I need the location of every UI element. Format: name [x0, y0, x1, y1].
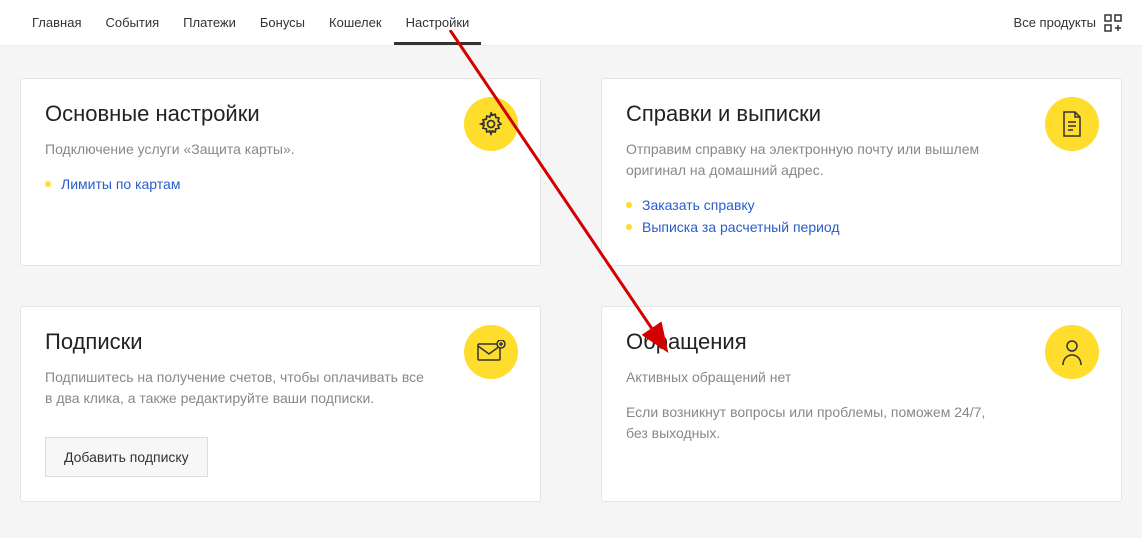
card-desc: Подпишитесь на получение счетов, чтобы о… [45, 367, 425, 409]
tab-settings[interactable]: Настройки [394, 1, 482, 45]
card-statements[interactable]: Справки и выписки Отправим справку на эл… [601, 78, 1122, 266]
card-subtext: Если возникнут вопросы или проблемы, пом… [626, 402, 1006, 444]
link-order-statement[interactable]: Заказать справку [626, 197, 1097, 213]
link-label: Лимиты по картам [61, 176, 180, 192]
person-icon [1045, 325, 1099, 379]
cards-grid: Основные настройки Подключение услуги «З… [0, 46, 1142, 522]
tab-payments[interactable]: Платежи [171, 1, 248, 45]
link-label: Выписка за расчетный период [642, 219, 840, 235]
all-products-link[interactable]: Все продукты [1014, 14, 1122, 32]
add-subscription-button[interactable]: Добавить подписку [45, 437, 208, 477]
link-list: Лимиты по картам [45, 176, 516, 192]
grid-icon [1104, 14, 1122, 32]
card-title: Справки и выписки [626, 101, 1097, 127]
card-desc: Активных обращений нет [626, 367, 1006, 388]
card-subscriptions[interactable]: Подписки Подпишитесь на получение счетов… [20, 306, 541, 502]
tab-wallet[interactable]: Кошелек [317, 1, 394, 45]
tab-main[interactable]: Главная [20, 1, 93, 45]
dot-icon [626, 224, 632, 230]
card-desc: Отправим справку на электронную почту ил… [626, 139, 1006, 181]
dot-icon [626, 202, 632, 208]
card-title: Подписки [45, 329, 516, 355]
card-main-settings[interactable]: Основные настройки Подключение услуги «З… [20, 78, 541, 266]
dot-icon [45, 181, 51, 187]
card-title: Основные настройки [45, 101, 516, 127]
envelope-icon [464, 325, 518, 379]
document-icon [1045, 97, 1099, 151]
tab-events[interactable]: События [93, 1, 171, 45]
tab-bonuses[interactable]: Бонусы [248, 1, 317, 45]
link-list: Заказать справку Выписка за расчетный пе… [626, 197, 1097, 235]
link-period-statement[interactable]: Выписка за расчетный период [626, 219, 1097, 235]
tab-list: Главная События Платежи Бонусы Кошелек Н… [20, 1, 481, 45]
top-navigation: Главная События Платежи Бонусы Кошелек Н… [0, 0, 1142, 46]
link-limits[interactable]: Лимиты по картам [45, 176, 516, 192]
card-title: Обращения [626, 329, 1097, 355]
link-label: Заказать справку [642, 197, 755, 213]
all-products-label: Все продукты [1014, 15, 1096, 30]
card-requests[interactable]: Обращения Активных обращений нет Если во… [601, 306, 1122, 502]
card-desc: Подключение услуги «Защита карты». [45, 139, 425, 160]
gear-icon [464, 97, 518, 151]
